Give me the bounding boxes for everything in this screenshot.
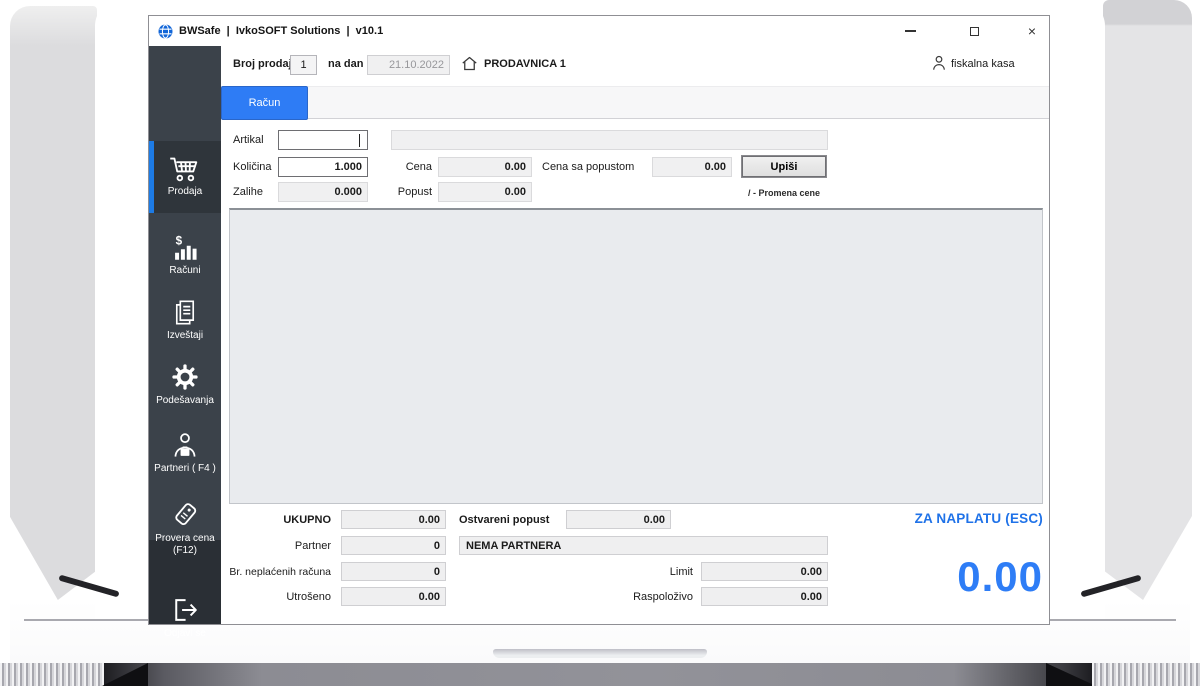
ukupno-label: UKUPNO bbox=[233, 514, 331, 526]
sidebar-item-partneri[interactable]: Partneri ( F4 ) bbox=[149, 424, 221, 482]
sidebar-item-label: Prodaja bbox=[168, 186, 202, 198]
sidebar-item-sublabel: (F12) bbox=[173, 545, 197, 557]
tab-strip: Račun bbox=[221, 86, 1049, 119]
sidebar-item-podesavanja[interactable]: Podešavanja bbox=[149, 356, 221, 414]
artikal-name-field bbox=[391, 130, 828, 150]
zalihe-field: 0.000 bbox=[278, 182, 368, 202]
close-button[interactable]: × bbox=[1017, 16, 1047, 46]
tab-racun[interactable]: Račun bbox=[221, 86, 308, 120]
sidebar-item-label: Partneri ( F4 ) bbox=[154, 463, 216, 475]
popust-label: Popust bbox=[374, 186, 432, 198]
sidebar-item-label: Podešavanja bbox=[156, 395, 214, 407]
partners-icon bbox=[171, 432, 199, 459]
kolicina-value: 1.000 bbox=[334, 161, 362, 173]
sidebar-item-label: Odjavi se bbox=[164, 628, 206, 640]
neplaceni-value: 0 bbox=[434, 566, 440, 578]
kolicina-label: Količina bbox=[233, 161, 272, 173]
total-amount: 0.00 bbox=[789, 554, 1043, 600]
store-name: PRODAVNICA 1 bbox=[484, 58, 566, 70]
utroseno-label: Utrošeno bbox=[233, 591, 331, 603]
ostvareni-popust-label: Ostvareni popust bbox=[459, 514, 549, 526]
raspolozivo-label: Raspoloživo bbox=[569, 591, 693, 603]
cena-sa-popustom-field: 0.00 bbox=[652, 157, 732, 177]
sidebar-item-izvestaji[interactable]: Izveštaji bbox=[149, 291, 221, 349]
title-bar: BWSafe | IvkoSOFT Solutions | v10.1 × bbox=[149, 16, 1049, 46]
window-title: BWSafe | IvkoSOFT Solutions | v10.1 bbox=[179, 16, 383, 46]
maximize-icon bbox=[970, 27, 979, 36]
minimize-button[interactable] bbox=[895, 16, 925, 46]
utroseno-field: 0.00 bbox=[341, 587, 446, 606]
price-tag-icon bbox=[170, 501, 200, 529]
home-icon bbox=[461, 55, 478, 72]
reports-icon bbox=[172, 299, 198, 326]
cena-sa-popustom-value: 0.00 bbox=[705, 161, 726, 173]
broj-prodaja-input[interactable]: 1 bbox=[290, 55, 317, 75]
bottom-bar-middle bbox=[104, 663, 1092, 686]
items-grid[interactable] bbox=[229, 208, 1043, 504]
artikal-input[interactable] bbox=[278, 130, 368, 150]
broj-prodaja-label: Broj prodaja bbox=[233, 58, 298, 70]
limit-label: Limit bbox=[569, 566, 693, 578]
artikal-label: Artikal bbox=[233, 134, 264, 146]
vent-grille-right bbox=[1092, 663, 1200, 686]
vent-grille-left bbox=[0, 663, 108, 686]
sidebar-item-label: Provera cena bbox=[155, 533, 214, 545]
popust-field: 0.00 bbox=[438, 182, 532, 202]
dollar-chart-icon: $ bbox=[171, 234, 199, 261]
sidebar-item-label: Računi bbox=[169, 265, 200, 277]
maximize-button[interactable] bbox=[959, 16, 989, 46]
na-dan-label: na dan bbox=[328, 58, 363, 70]
partner-value: 0 bbox=[434, 540, 440, 552]
zalihe-value: 0.000 bbox=[334, 186, 362, 198]
upisi-button-label: Upiši bbox=[771, 161, 798, 173]
cart-icon bbox=[169, 156, 201, 182]
sidebar-item-racuni[interactable]: $ Računi bbox=[149, 226, 221, 284]
cena-sa-popustom-label: Cena sa popustom bbox=[542, 161, 634, 173]
tab-racun-label: Račun bbox=[249, 97, 281, 109]
sidebar-item-label: Izveštaji bbox=[167, 330, 203, 342]
cena-label: Cena bbox=[374, 161, 432, 173]
ukupno-value: 0.00 bbox=[419, 514, 440, 526]
utroseno-value: 0.00 bbox=[419, 591, 440, 603]
gear-icon bbox=[171, 363, 199, 391]
partner-name-field: NEMA PARTNERA bbox=[459, 536, 828, 555]
minimize-icon bbox=[905, 30, 916, 32]
laptop-notch bbox=[493, 649, 707, 658]
partner-label: Partner bbox=[233, 540, 331, 552]
sidebar-item-odjavi-se[interactable]: Odjavi se bbox=[149, 587, 221, 649]
za-naplatu-label: ZA NAPLATU (ESC) bbox=[789, 511, 1043, 526]
date-input[interactable]: 21.10.2022 bbox=[367, 55, 450, 75]
kolicina-input[interactable]: 1.000 bbox=[278, 157, 368, 177]
cena-value: 0.00 bbox=[505, 161, 526, 173]
text-caret bbox=[359, 134, 360, 147]
ostvareni-popust-field: 0.00 bbox=[566, 510, 671, 529]
ukupno-field: 0.00 bbox=[341, 510, 446, 529]
app-logo-icon bbox=[158, 24, 173, 39]
ostvareni-popust-value: 0.00 bbox=[644, 514, 665, 526]
cena-field: 0.00 bbox=[438, 157, 532, 177]
laptop-bottom-bar bbox=[0, 663, 1200, 686]
neplaceni-field: 0 bbox=[341, 562, 446, 581]
partner-field: 0 bbox=[341, 536, 446, 555]
user-name: fiskalna kasa bbox=[951, 58, 1015, 70]
logout-icon bbox=[171, 596, 199, 624]
neplaceni-label: Br. neplaćenih računa bbox=[223, 566, 331, 578]
partner-name-value: NEMA PARTNERA bbox=[466, 540, 561, 552]
sidebar-item-provera-cena[interactable]: Provera cena (F12) bbox=[149, 494, 221, 564]
upisi-button[interactable]: Upiši bbox=[741, 155, 827, 178]
user-icon bbox=[931, 54, 947, 72]
date-value: 21.10.2022 bbox=[389, 59, 444, 71]
laptop-right-edge bbox=[1103, 0, 1192, 600]
laptop-left-edge bbox=[10, 6, 97, 600]
app-window: BWSafe | IvkoSOFT Solutions | v10.1 × bbox=[148, 15, 1050, 625]
laptop-mockup: BWSafe | IvkoSOFT Solutions | v10.1 × bbox=[0, 0, 1200, 686]
sidebar-item-prodaja[interactable]: Prodaja bbox=[149, 141, 221, 213]
broj-prodaja-value: 1 bbox=[300, 59, 306, 71]
svg-text:$: $ bbox=[176, 234, 183, 247]
popust-value: 0.00 bbox=[505, 186, 526, 198]
zalihe-label: Zalihe bbox=[233, 186, 263, 198]
close-icon: × bbox=[1028, 24, 1036, 38]
sidebar-nav: Prodaja $ Računi Izveštaji bbox=[149, 46, 221, 624]
promena-cene-hint: / - Promena cene bbox=[741, 188, 827, 198]
